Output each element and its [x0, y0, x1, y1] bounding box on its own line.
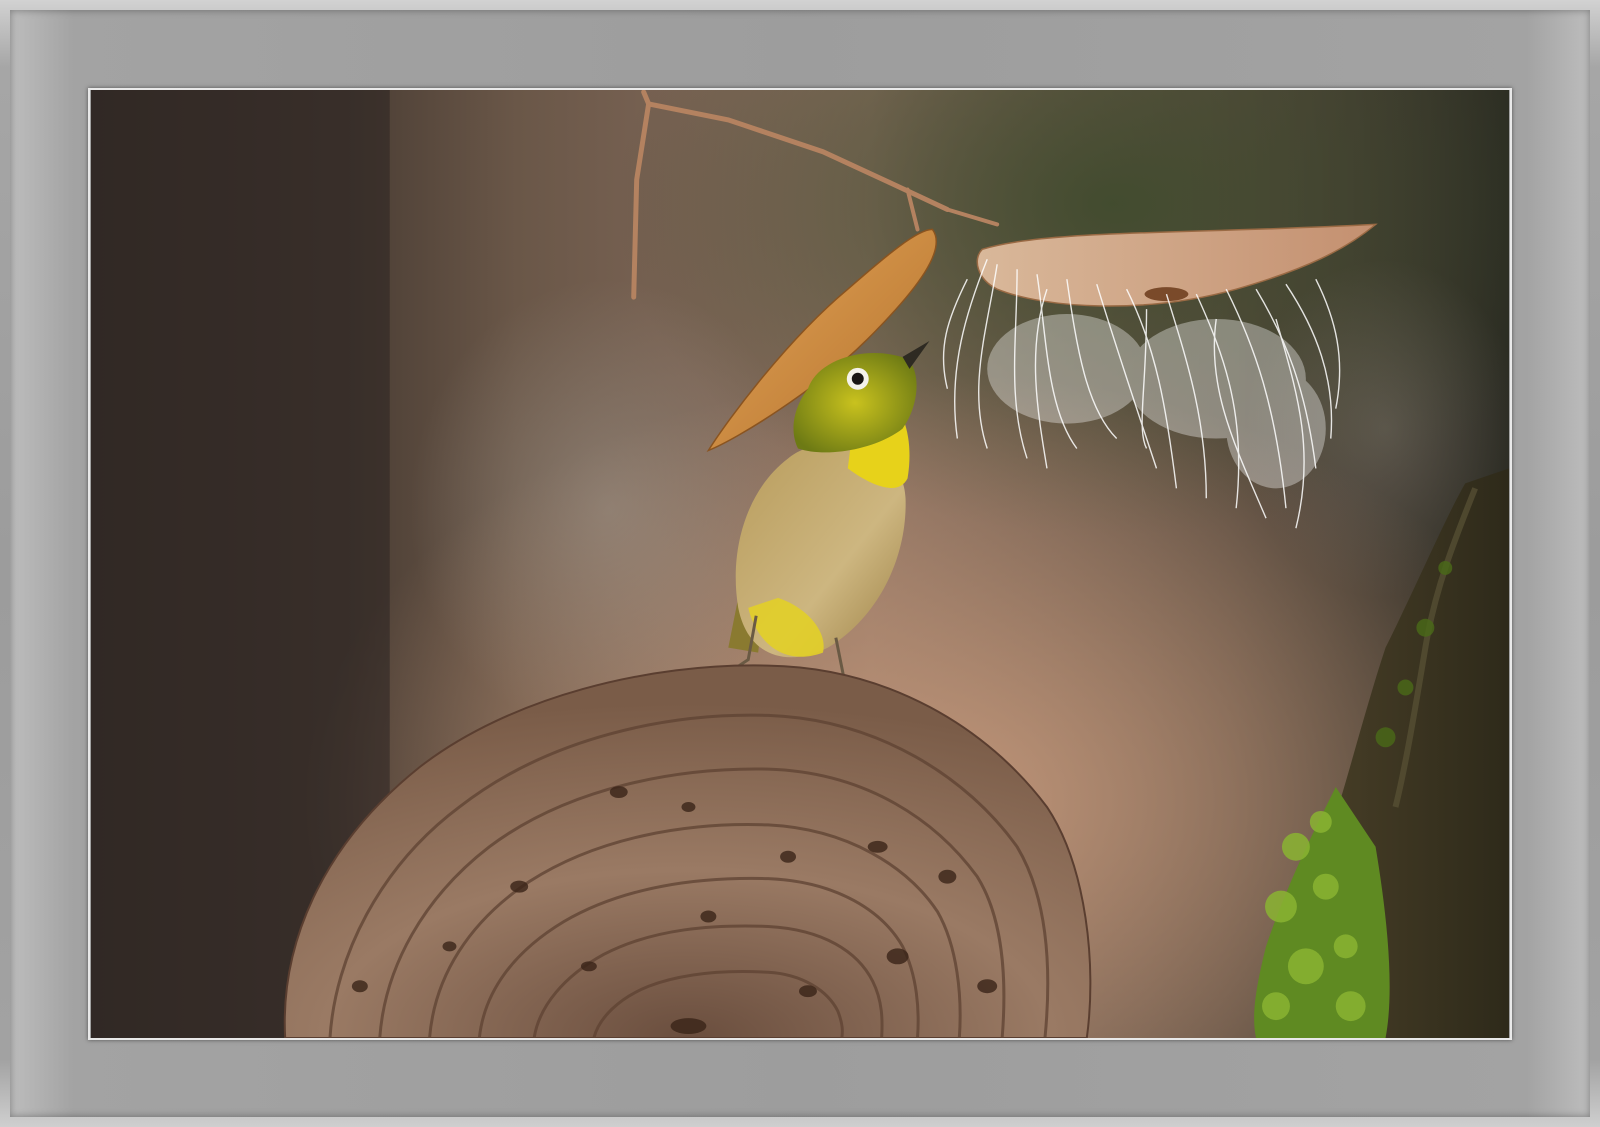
photo	[88, 88, 1512, 1040]
photo-illustration	[90, 90, 1510, 1038]
picture-frame	[0, 0, 1600, 1127]
bird-eye	[851, 372, 864, 385]
